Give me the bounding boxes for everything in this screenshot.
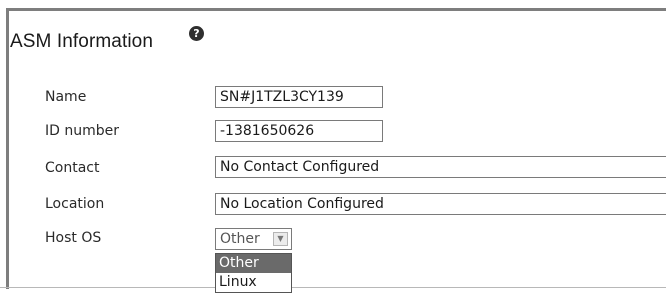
section-title: ASM Information bbox=[10, 31, 153, 52]
host-os-dropdown: Other Linux bbox=[215, 253, 292, 293]
host-os-select[interactable]: Other ▼ bbox=[215, 228, 292, 250]
help-icon[interactable]: ? bbox=[189, 26, 204, 41]
id-number-input[interactable]: -1381650626 bbox=[215, 120, 383, 142]
location-input[interactable]: No Location Configured bbox=[215, 193, 666, 215]
dropdown-option-linux[interactable]: Linux bbox=[216, 273, 291, 292]
id-number-label: ID number bbox=[45, 123, 119, 139]
name-input[interactable]: SN#J1TZL3CY139 bbox=[215, 86, 383, 108]
name-label: Name bbox=[45, 89, 87, 105]
contact-input[interactable]: No Contact Configured bbox=[215, 156, 666, 178]
location-label: Location bbox=[45, 196, 105, 212]
host-os-label: Host OS bbox=[45, 230, 102, 246]
contact-label: Contact bbox=[45, 160, 100, 176]
section-divider bbox=[0, 287, 666, 288]
chevron-down-icon[interactable]: ▼ bbox=[273, 232, 288, 246]
dropdown-option-other[interactable]: Other bbox=[216, 254, 291, 273]
host-os-selected-value: Other bbox=[220, 231, 260, 247]
